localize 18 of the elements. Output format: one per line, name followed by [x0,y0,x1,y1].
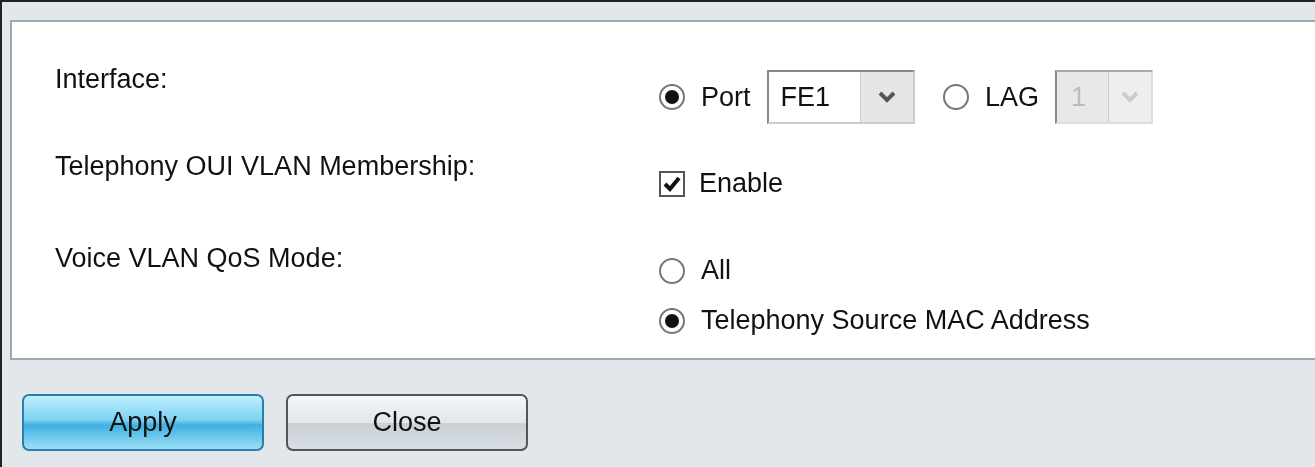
option-label: LAG [985,81,1040,113]
chevron-down-icon [878,91,897,104]
radio-button[interactable] [943,84,970,111]
close-button[interactable]: Close [286,394,528,451]
option-label: Telephony Source MAC Address [701,305,1090,337]
checkbox-label: Enable [699,168,784,200]
radio-button[interactable] [659,84,685,111]
field-label: Voice VLAN QoS Mode: [55,242,345,276]
checkbox[interactable] [659,171,685,197]
radio-button[interactable] [659,257,685,284]
apply-button[interactable]: Apply [22,394,264,451]
option-label: Port [701,81,751,113]
dropdown[interactable]: FE1 [766,70,916,125]
field-label: Telephony OUI VLAN Membership: [55,149,477,183]
field-label: Interface: [55,63,169,96]
radio-button[interactable] [659,307,685,334]
chevron-down-icon [1121,91,1140,104]
option-label: All [701,255,731,287]
